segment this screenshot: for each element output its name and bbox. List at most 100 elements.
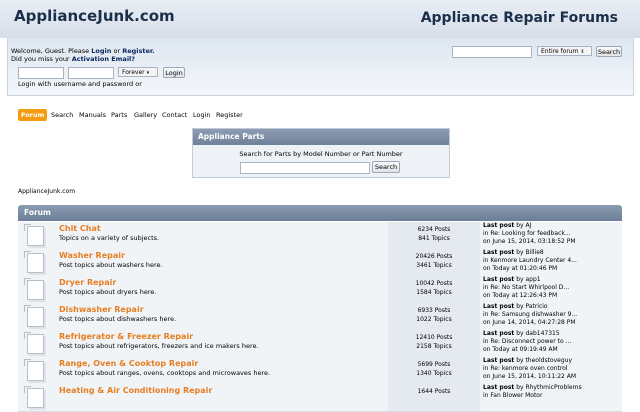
board-topic-count: 1022 Topics: [416, 316, 452, 323]
board-row: Chit Chat Topics on a variety of subjects…: [18, 222, 622, 250]
nav-forum[interactable]: Forum: [18, 109, 48, 121]
activation-text: Did you miss your: [11, 55, 70, 63]
last-post-author[interactable]: by dab147315: [516, 330, 559, 337]
parts-panel-title: Appliance Parts: [193, 129, 449, 145]
board-last-post: Last post by theoldstoveguy in Re: kenmor…: [481, 357, 622, 384]
board-post-count: 20426 Posts: [415, 253, 453, 260]
board-name-link[interactable]: Heating & Air Conditioning Repair: [59, 386, 212, 395]
board-post-count: 10042 Posts: [415, 280, 453, 287]
board-row: Dishwasher Repair Post topics about dishw…: [18, 303, 622, 331]
forum-search-button[interactable]: Search: [596, 46, 622, 57]
board-name-link[interactable]: Dishwasher Repair: [59, 305, 144, 314]
last-post-label: Last post: [483, 357, 515, 364]
board-description: Post topics about ranges, ovens, cooktop…: [59, 369, 271, 377]
board-last-post: Last post by Patricio in Re: Samsung dish…: [481, 303, 622, 330]
board-topic-count: 2158 Topics: [416, 343, 452, 350]
last-post-label: Last post: [483, 276, 515, 283]
board-icon: [24, 332, 44, 354]
login-hint: Login with username and password or: [18, 80, 142, 88]
last-post-label: Last post: [483, 222, 515, 229]
last-post-date: on June 15, 2014, 03:18:52 PM: [483, 238, 576, 245]
board-name-link[interactable]: Washer Repair: [59, 251, 125, 260]
board-row: Range, Oven & Cooktop Repair Post topics …: [18, 357, 622, 385]
activation-email-link[interactable]: Activation Email?: [72, 55, 135, 63]
last-post-date: on June 14, 2014, 04:27:28 PM: [483, 319, 576, 326]
last-post-topic[interactable]: in Fan Blower Motor: [483, 392, 622, 400]
board-icon: [24, 386, 44, 408]
board-topic-count: 3461 Topics: [416, 262, 452, 269]
board-icon: [24, 251, 44, 273]
board-topic-count: 841 Topics: [418, 235, 450, 242]
board-post-count: 6933 Posts: [417, 307, 451, 314]
register-link[interactable]: Register.: [122, 47, 154, 55]
nav-gallery[interactable]: Gallery: [134, 109, 157, 121]
nav-contact[interactable]: Contact: [162, 109, 187, 121]
last-post-author[interactable]: by Billie8: [516, 249, 544, 256]
login-link[interactable]: Login: [91, 47, 111, 55]
last-post-label: Last post: [483, 249, 515, 256]
board-icon: [24, 305, 44, 327]
nav-manuals[interactable]: Manuals: [79, 109, 106, 121]
login-button[interactable]: Login: [163, 67, 185, 78]
last-post-topic[interactable]: in Kenmore Laundry Center 4...: [483, 257, 622, 265]
board-icon: [24, 278, 44, 300]
board-topic-count: 1340 Topics: [416, 370, 452, 377]
last-post-topic[interactable]: in Re: Samsung dishwasher 9...: [483, 311, 622, 319]
board-name-link[interactable]: Dryer Repair: [59, 278, 116, 287]
forum-category-header[interactable]: Forum: [18, 205, 622, 221]
last-post-topic[interactable]: in Re: Looking for feedback...: [483, 230, 622, 238]
board-name-link[interactable]: Chit Chat: [59, 224, 101, 233]
board-post-count: 6234 Posts: [417, 226, 451, 233]
last-post-date: on Today at 09:19:49 AM: [483, 346, 558, 353]
board-stats: 5699 Posts 1340 Topics: [388, 357, 480, 384]
last-post-date: on June 15, 2014, 10:11:22 AM: [483, 373, 577, 380]
board-topic-count: 1584 Topics: [416, 289, 452, 296]
last-post-label: Last post: [483, 303, 515, 310]
forum-title: Appliance Repair Forums: [420, 10, 618, 26]
board-last-post: Last post by Billie8 in Kenmore Laundry C…: [481, 249, 622, 276]
last-post-author[interactable]: by Patricio: [516, 303, 547, 310]
board-stats: 6234 Posts 841 Topics: [388, 222, 480, 249]
session-length-select[interactable]: Forever ▾: [118, 67, 158, 77]
last-post-author[interactable]: by theoldstoveguy: [516, 357, 572, 364]
board-description: Post topics about dryers here.: [59, 288, 157, 296]
last-post-topic[interactable]: in Re: No Start Whirlpool D...: [483, 284, 622, 292]
site-title[interactable]: ApplianceJunk.com: [14, 7, 175, 25]
username-input[interactable]: [18, 67, 64, 79]
board-description: Topics on a variety of subjects.: [59, 234, 160, 242]
or-text: or: [113, 47, 121, 55]
board-last-post: Last post by AJ in Re: Looking for feedba…: [481, 222, 622, 249]
board-description: Post topics about dishwashers here.: [59, 315, 177, 323]
board-name-link[interactable]: Refrigerator & Freezer Repair: [59, 332, 193, 341]
board-row: Dryer Repair Post topics about dryers her…: [18, 276, 622, 304]
parts-search-input[interactable]: [240, 162, 370, 174]
board-last-post: Last post by dab147315 in Re: Disconnect …: [481, 330, 622, 357]
last-post-author[interactable]: by app1: [516, 276, 540, 283]
board-description: Post topics about washers here.: [59, 261, 163, 269]
parts-search-button[interactable]: Search: [372, 161, 400, 173]
last-post-label: Last post: [483, 330, 515, 337]
breadcrumb[interactable]: ApplianceJunk.com: [18, 188, 75, 195]
board-stats: 10042 Posts 1584 Topics: [388, 276, 480, 303]
session-length-value: Forever: [122, 69, 145, 76]
board-stats: 1644 Posts: [388, 384, 480, 411]
password-input[interactable]: [68, 67, 114, 79]
forum-search-input[interactable]: [452, 46, 532, 58]
nav-login[interactable]: Login: [193, 109, 211, 121]
nav-search[interactable]: Search: [51, 109, 73, 121]
board-row: Washer Repair Post topics about washers h…: [18, 249, 622, 277]
last-post-author[interactable]: by RhythmicProblems: [516, 384, 581, 391]
nav-register[interactable]: Register: [216, 109, 243, 121]
last-post-author[interactable]: by AJ: [516, 222, 531, 229]
last-post-topic[interactable]: in Re: kenmore oven control: [483, 365, 622, 373]
board-name-link[interactable]: Range, Oven & Cooktop Repair: [59, 359, 198, 368]
last-post-topic[interactable]: in Re: Disconnect power to ...: [483, 338, 622, 346]
last-post-label: Last post: [483, 384, 515, 391]
board-post-count: 1644 Posts: [417, 388, 451, 395]
board-stats: 12410 Posts 2158 Topics: [388, 330, 480, 357]
board-post-count: 12410 Posts: [415, 334, 453, 341]
board-icon: [24, 224, 44, 246]
search-scope-select[interactable]: Entire forum ⇕: [537, 46, 592, 56]
nav-parts[interactable]: Parts: [111, 109, 127, 121]
board-stats: 20426 Posts 3461 Topics: [388, 249, 480, 276]
